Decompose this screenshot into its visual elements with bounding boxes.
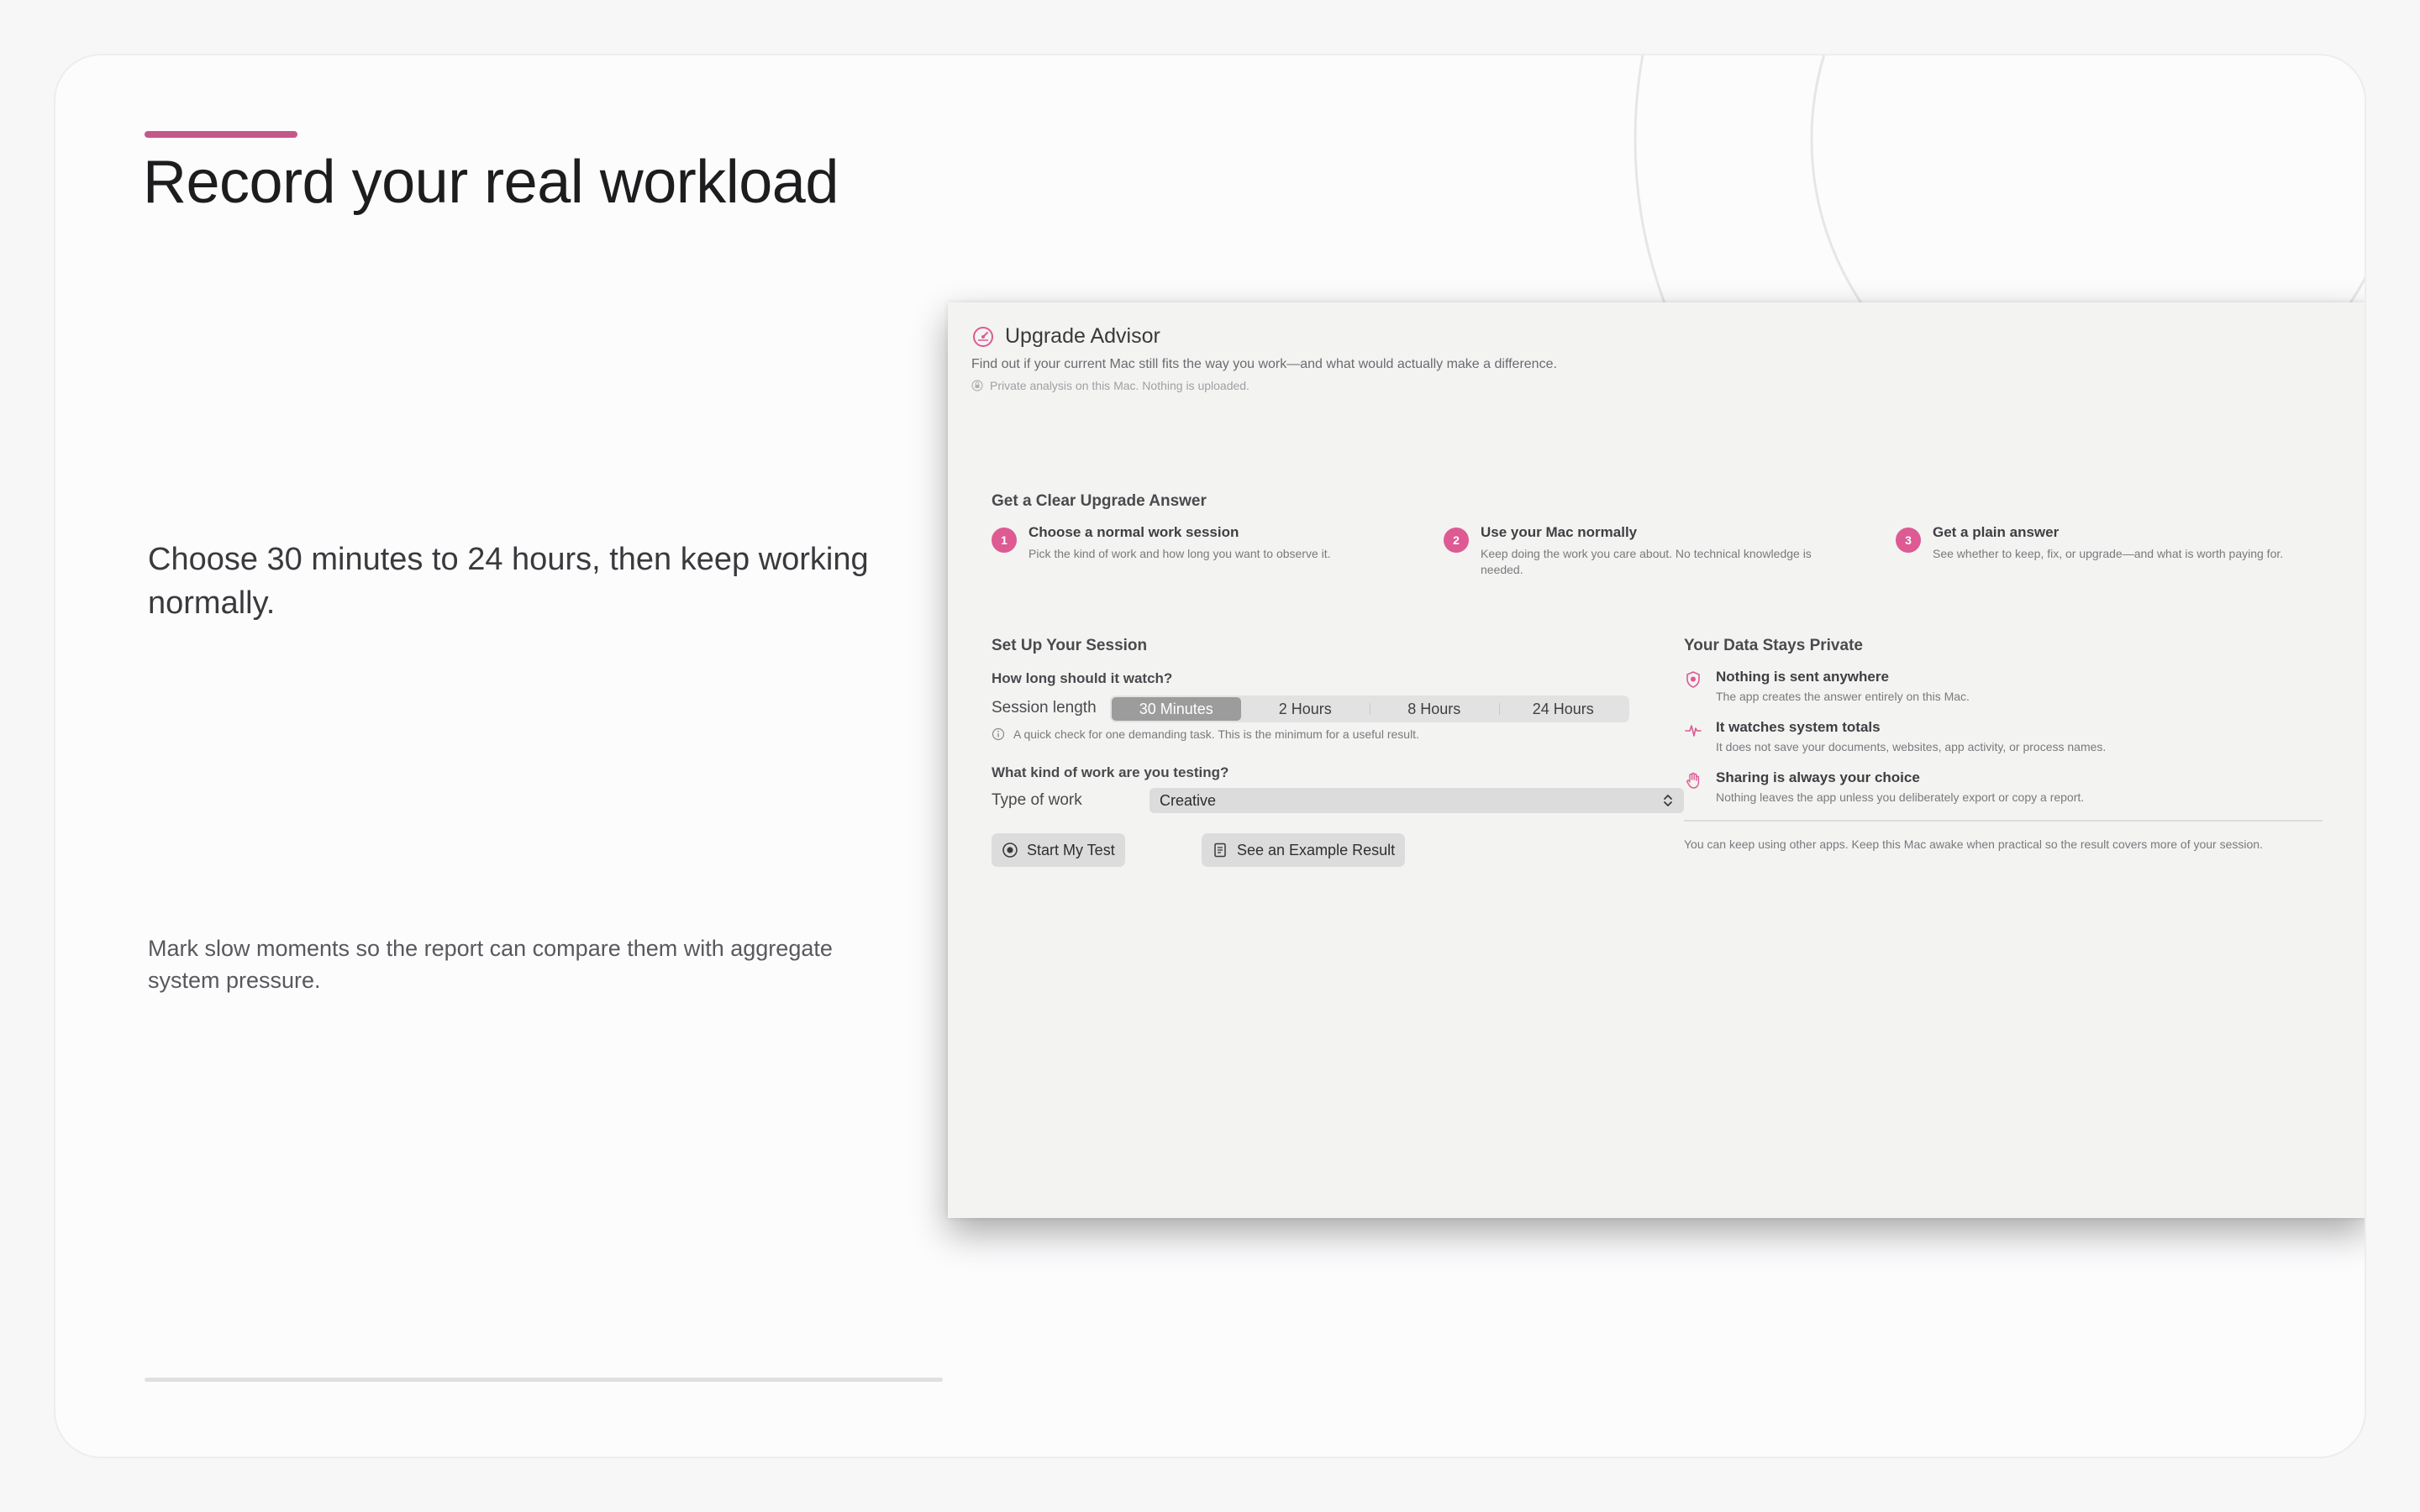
start-test-button[interactable]: Start My Test bbox=[992, 833, 1125, 867]
app-header: Upgrade Advisor Find out if your current… bbox=[971, 324, 1557, 392]
privacy-item-sharing-choice: Sharing is always your choice Nothing le… bbox=[1684, 769, 2084, 804]
hand-icon bbox=[1686, 772, 1700, 789]
segment-24-hours[interactable]: 24 Hours bbox=[1498, 697, 1628, 721]
step-description: Pick the kind of work and how long you w… bbox=[1028, 547, 1331, 560]
app-window: Upgrade Advisor Find out if your current… bbox=[948, 302, 2365, 1218]
record-icon bbox=[1002, 843, 1018, 858]
session-length-label: Session length bbox=[992, 699, 1097, 717]
app-title: Upgrade Advisor bbox=[1005, 324, 1160, 348]
info-icon bbox=[992, 727, 1005, 741]
bottom-divider bbox=[145, 1378, 943, 1382]
privacy-item-title: Sharing is always your choice bbox=[1716, 769, 1920, 785]
privacy-note: Private analysis on this Mac. Nothing is… bbox=[971, 379, 1557, 392]
privacy-section-title: Your Data Stays Private bbox=[1684, 637, 1863, 654]
step-description: See whether to keep, fix, or upgrade—and… bbox=[1933, 547, 2284, 560]
length-hint: A quick check for one demanding task. Th… bbox=[992, 727, 1419, 741]
step-number-badge: 3 bbox=[1896, 528, 1921, 553]
step-1: 1 Choose a normal work session Pick the … bbox=[992, 524, 1386, 562]
segment-8-hours[interactable]: 8 Hours bbox=[1370, 697, 1499, 721]
work-question: What kind of work are you testing? bbox=[992, 764, 1229, 780]
session-section-title: Set Up Your Session bbox=[992, 637, 1148, 654]
privacy-item-description: The app creates the answer entirely on t… bbox=[1716, 690, 1970, 703]
segment-30-minutes[interactable]: 30 Minutes bbox=[1112, 697, 1241, 721]
privacy-divider bbox=[1684, 820, 2323, 822]
segment-2-hours[interactable]: 2 Hours bbox=[1241, 697, 1370, 721]
waveform-icon bbox=[1685, 725, 1702, 737]
shield-icon bbox=[1686, 671, 1700, 688]
privacy-item-system-totals: It watches system totals It does not sav… bbox=[1684, 719, 2106, 753]
gauge-icon bbox=[973, 326, 993, 347]
chevron-up-down-icon bbox=[1664, 795, 1672, 806]
step-description: Keep doing the work you care about. No t… bbox=[1481, 547, 1812, 576]
app-description: Find out if your current Mac still fits … bbox=[971, 357, 1557, 371]
work-type-label: Type of work bbox=[992, 791, 1082, 809]
slide-card: Record your real workload Choose 30 minu… bbox=[54, 54, 2366, 1458]
step-title: Choose a normal work session bbox=[1028, 524, 1239, 540]
example-result-button[interactable]: See an Example Result bbox=[1202, 833, 1406, 867]
lock-shield-icon bbox=[971, 380, 983, 391]
work-type-select[interactable]: Creative bbox=[1150, 788, 1684, 813]
privacy-item-title: It watches system totals bbox=[1716, 719, 1881, 735]
document-icon bbox=[1214, 843, 1226, 858]
step-2: 2 Use your Mac normally Keep doing the w… bbox=[1444, 524, 1839, 578]
step-number-badge: 1 bbox=[992, 528, 1017, 553]
privacy-item-description: Nothing leaves the app unless you delibe… bbox=[1716, 790, 2085, 804]
title-accent-bar bbox=[145, 131, 297, 138]
step-title: Get a plain answer bbox=[1933, 524, 2060, 540]
session-length-segmented-control[interactable]: 30 Minutes 2 Hours 8 Hours 24 Hours bbox=[1110, 696, 1629, 722]
step-number-badge: 2 bbox=[1444, 528, 1469, 553]
privacy-item-description: It does not save your documents, website… bbox=[1716, 740, 2107, 753]
page-title: Record your real workload bbox=[143, 149, 839, 216]
duration-question: How long should it watch? bbox=[992, 670, 1173, 686]
sub-text: Mark slow moments so the report can comp… bbox=[148, 936, 833, 993]
privacy-item-title: Nothing is sent anywhere bbox=[1716, 669, 1889, 685]
privacy-item-nothing-sent: Nothing is sent anywhere The app creates… bbox=[1684, 669, 1970, 703]
privacy-footnote: You can keep using other apps. Keep this… bbox=[1684, 837, 2263, 851]
step-title: Use your Mac normally bbox=[1481, 524, 1638, 540]
lead-text: Choose 30 minutes to 24 hours, then keep… bbox=[148, 542, 869, 621]
work-type-value: Creative bbox=[1160, 791, 1217, 809]
steps-section-title: Get a Clear Upgrade Answer bbox=[992, 492, 1207, 510]
step-3: 3 Get a plain answer See whether to keep… bbox=[1896, 524, 2349, 562]
